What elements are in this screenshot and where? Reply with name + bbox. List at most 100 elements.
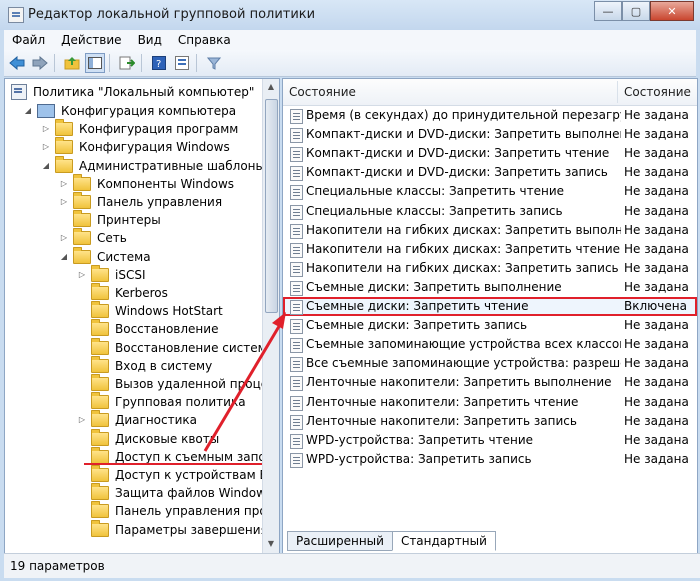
expand-open-icon[interactable]: ◢: [59, 248, 69, 266]
expand-open-icon[interactable]: ◢: [41, 157, 51, 175]
setting-row[interactable]: Компакт-диски и DVD-диски: Запретить зап…: [283, 163, 697, 182]
tree-item[interactable]: Восстановление: [77, 319, 218, 338]
filter-icon[interactable]: [204, 53, 224, 73]
menu-action[interactable]: Действие: [53, 33, 129, 47]
toolbar-separator: [109, 54, 110, 72]
setting-row[interactable]: Специальные классы: Запретить запись Не з…: [283, 202, 697, 221]
expand-closed-icon[interactable]: ▷: [77, 411, 87, 429]
folder-icon: [91, 355, 109, 373]
computer-icon: [37, 104, 55, 118]
maximize-button[interactable]: ▢: [622, 1, 650, 21]
tree-item[interactable]: Защита файлов Windows: [77, 483, 272, 502]
tree-root[interactable]: Политика "Локальный компьютер": [11, 83, 254, 101]
policy-setting-icon: [290, 147, 303, 163]
tree-item[interactable]: ◢ Административные шаблоны: [41, 155, 266, 175]
folder-icon: [55, 155, 73, 173]
tree-item[interactable]: Параметры завершения работы: [77, 519, 279, 539]
tree-item-label: Восстановление системы: [115, 340, 277, 355]
setting-row[interactable]: Ленточные накопители: Запретить чтение Не…: [283, 393, 697, 412]
scroll-down-icon[interactable]: ▼: [266, 539, 276, 549]
tree-item[interactable]: Принтеры: [59, 210, 161, 229]
tree-item[interactable]: Вход в систему: [77, 355, 212, 375]
no-expander: [77, 448, 87, 466]
tree-item[interactable]: ▷ Конфигурация программ: [41, 119, 238, 138]
tree-item[interactable]: Доступ к устройствам Enhanced Storage: [77, 465, 279, 484]
setting-name: Время (в секундах) до принудительной пер…: [306, 108, 621, 122]
tree-item[interactable]: Панель управления производительностью: [77, 501, 279, 520]
back-icon[interactable]: [7, 53, 27, 73]
tree-item[interactable]: ◢ Система: [59, 246, 151, 266]
tree-scrollbar[interactable]: ▲ ▼: [262, 79, 279, 553]
expand-closed-icon[interactable]: ▷: [41, 138, 51, 156]
setting-row[interactable]: Время (в секундах) до принудительной пер…: [283, 106, 697, 125]
setting-row[interactable]: Накопители на гибких дисках: Запретить ч…: [283, 240, 697, 259]
tree-item-label: Групповая политика: [115, 395, 246, 410]
tree-item[interactable]: ▷ Конфигурация Windows: [41, 137, 230, 156]
setting-row[interactable]: Ленточные накопители: Запретить выполнен…: [283, 373, 697, 392]
tree-item-label: Административные шаблоны: [79, 158, 266, 173]
help-icon[interactable]: ?: [149, 53, 169, 73]
setting-row[interactable]: Накопители на гибких дисках: Запретить в…: [283, 221, 697, 240]
expand-closed-icon[interactable]: ▷: [59, 229, 69, 247]
tab-standard[interactable]: Стандартный: [391, 531, 496, 551]
tree-item[interactable]: Дисковые квоты: [77, 428, 219, 448]
show-tree-icon[interactable]: [85, 53, 105, 73]
tree-item[interactable]: Windows HotStart: [77, 301, 223, 320]
tree-item-label: Диагностика: [115, 413, 198, 428]
expand-closed-icon[interactable]: ▷: [59, 175, 69, 193]
tree-item[interactable]: ◢ Конфигурация компьютера: [23, 102, 236, 120]
folder-icon: [91, 483, 109, 501]
tree-item[interactable]: ▷ Сеть: [59, 228, 127, 247]
setting-row[interactable]: Компакт-диски и DVD-диски: Запретить чте…: [283, 144, 697, 163]
folder-icon: [91, 301, 109, 319]
tree-item[interactable]: Восстановление системы: [77, 337, 277, 357]
tree-item[interactable]: ▷ Компоненты Windows: [59, 173, 234, 193]
column-header-name[interactable]: Состояние: [283, 79, 619, 106]
setting-name: Специальные классы: Запретить запись: [306, 203, 563, 218]
setting-name: Накопители на гибких дисках: Запретить з…: [306, 260, 619, 275]
setting-name: WPD-устройства: Запретить запись: [306, 451, 532, 466]
minimize-button[interactable]: —: [594, 1, 622, 21]
tree-item[interactable]: Вызов удаленной процедуры: [77, 374, 279, 393]
menu-help[interactable]: Справка: [170, 33, 239, 47]
setting-row[interactable]: Накопители на гибких дисках: Запретить з…: [283, 259, 697, 278]
tree-item[interactable]: ▷ iSCSI: [77, 264, 146, 284]
scroll-thumb[interactable]: [265, 99, 278, 313]
forward-icon[interactable]: [30, 53, 50, 73]
setting-row[interactable]: Все съемные запоминающие устройства: раз…: [283, 354, 697, 373]
expand-closed-icon[interactable]: ▷: [77, 266, 87, 284]
setting-row[interactable]: Специальные классы: Запретить чтение Не з…: [283, 182, 697, 201]
folder-icon: [91, 337, 109, 355]
setting-row[interactable]: WPD-устройства: Запретить запись Не задан…: [283, 450, 697, 469]
policy-setting-icon: [290, 357, 303, 373]
close-button[interactable]: ✕: [650, 1, 694, 21]
tree-item[interactable]: Kerberos: [77, 283, 168, 302]
expand-open-icon[interactable]: ◢: [23, 102, 33, 120]
tab-extended[interactable]: Расширенный: [287, 531, 393, 551]
menu-view[interactable]: Вид: [130, 33, 170, 47]
tree-item[interactable]: Доступ к съемным запоминающим устройства…: [77, 446, 279, 466]
scroll-up-icon[interactable]: ▲: [266, 82, 276, 92]
column-header-state[interactable]: Состояние: [618, 79, 697, 106]
expand-closed-icon[interactable]: ▷: [41, 120, 51, 138]
toolbar-separator: [54, 54, 55, 72]
tree-item[interactable]: ▷ Панель управления: [59, 192, 222, 211]
export-icon[interactable]: [117, 53, 137, 73]
policy-icon: [11, 84, 27, 100]
up-folder-icon[interactable]: [62, 53, 82, 73]
setting-row[interactable]: Ленточные накопители: Запретить запись Не…: [283, 412, 697, 431]
tree-item[interactable]: Групповая политика: [77, 392, 246, 411]
setting-row[interactable]: Съемные диски: Запретить запись Не задана: [283, 316, 697, 335]
policy-setting-icon: [290, 261, 303, 277]
menu-file[interactable]: Файл: [4, 33, 53, 47]
setting-row[interactable]: Съемные запоминающие устройства всех кла…: [283, 335, 697, 354]
tree-item[interactable]: ▷ Диагностика: [77, 410, 198, 429]
properties-icon[interactable]: [172, 53, 192, 73]
expand-closed-icon[interactable]: ▷: [59, 193, 69, 211]
no-expander: [77, 466, 87, 484]
selected-setting-row[interactable]: Съемные диски: Запретить чтение Включена: [283, 297, 697, 316]
setting-row[interactable]: WPD-устройства: Запретить чтение Не задан…: [283, 431, 697, 450]
setting-row[interactable]: Съемные диски: Запретить выполнение Не за…: [283, 278, 697, 297]
setting-name: Съемные диски: Запретить запись: [306, 318, 528, 333]
setting-row[interactable]: Компакт-диски и DVD-диски: Запретить вып…: [283, 125, 697, 144]
